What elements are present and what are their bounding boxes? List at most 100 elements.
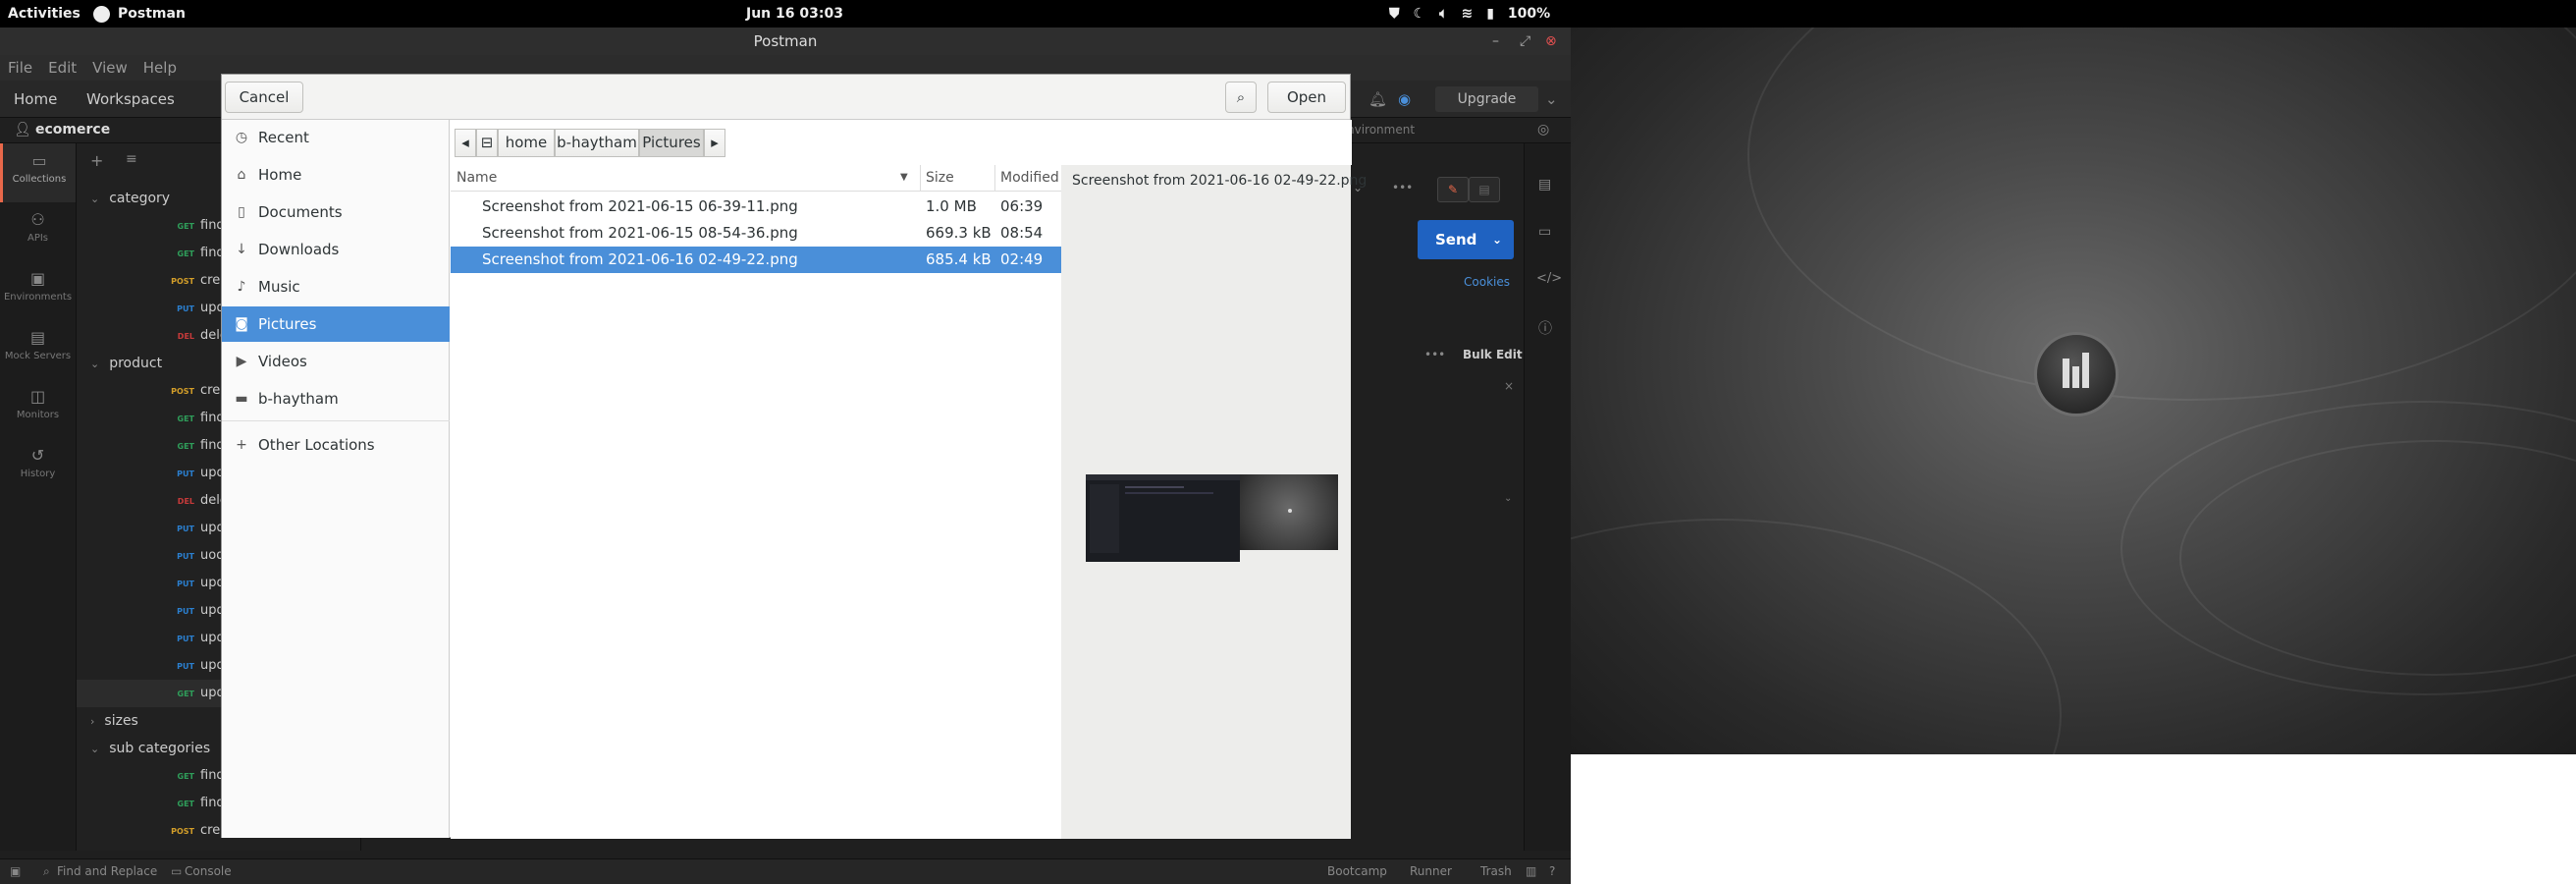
place-other-locations[interactable]: + Other Locations — [222, 427, 450, 463]
filter-icon[interactable]: ≡ — [126, 151, 137, 167]
activities-button[interactable]: Activities — [8, 0, 80, 28]
home-link[interactable]: Home — [14, 81, 57, 118]
menu-view[interactable]: View — [92, 59, 128, 77]
chevron-left-icon: ◂ — [461, 134, 469, 151]
app-menu-label: Postman — [118, 6, 186, 22]
workspaces-dropdown[interactable]: Workspaces — [86, 81, 175, 118]
comment-icon[interactable]: ▭ — [1538, 224, 1551, 240]
rail-collections[interactable]: ▭ Collections — [0, 143, 76, 202]
clock[interactable]: Jun 16 03:03 — [746, 0, 843, 28]
place-recent[interactable]: ◷ Recent — [222, 120, 450, 155]
sidebar-toggle-icon[interactable]: ▣ — [10, 864, 21, 878]
workspace-name[interactable]: ecomerce — [35, 122, 110, 138]
system-tray[interactable]: ⛊ ☾ 🔈︎ ≋ ▮ 100% — [1389, 0, 1550, 28]
method-badge: PUT — [177, 662, 194, 671]
cookies-link[interactable]: Cookies — [1464, 275, 1510, 289]
send-button[interactable]: Send ⌄ — [1418, 220, 1514, 259]
edit-icon[interactable]: ✎ — [1437, 177, 1469, 202]
places-separator — [222, 420, 450, 421]
column-size[interactable]: Size — [926, 170, 954, 186]
expand-icon[interactable]: ⌄ — [1504, 493, 1512, 504]
place-music[interactable]: ♪ Music — [222, 269, 450, 304]
close-row-icon[interactable]: × — [1504, 379, 1514, 393]
rail-environments[interactable]: ▣ Environments — [0, 261, 76, 320]
place-documents[interactable]: ▯ Documents — [222, 194, 450, 230]
docs-icon[interactable]: ▤ — [1469, 177, 1500, 202]
runner-button[interactable]: Runner — [1410, 864, 1452, 878]
avatar[interactable]: ◉ — [1398, 81, 1411, 118]
folder-item[interactable]: ⌄ sub categories — [90, 735, 210, 762]
help-icon[interactable]: ? — [1549, 864, 1555, 878]
file-row[interactable]: Screenshot from 2021-06-15 08-54-36.png 6… — [451, 220, 1061, 247]
place-videos[interactable]: ▶ Videos — [222, 344, 450, 379]
menu-file[interactable]: File — [8, 59, 32, 77]
find-replace-button[interactable]: Find and Replace — [57, 864, 157, 878]
info-icon[interactable]: ⓘ — [1538, 318, 1552, 338]
folder-label: sub categories — [109, 741, 211, 756]
document-icon[interactable]: ▤ — [1538, 177, 1551, 193]
method-badge: GET — [177, 249, 195, 258]
rail-mock-servers[interactable]: ▤ Mock Servers — [0, 320, 76, 379]
environments-icon: ▣ — [29, 269, 46, 288]
file-row[interactable]: Screenshot from 2021-06-15 06-39-11.png 1… — [451, 193, 1061, 220]
wifi-icon: ≋ — [1461, 6, 1474, 22]
more-icon[interactable]: ••• — [1424, 348, 1445, 361]
menu-help[interactable]: Help — [143, 59, 177, 77]
plus-icon[interactable]: + — [90, 151, 103, 170]
status-bar: ▣ ⌕ Find and Replace ▭ Console Bootcamp … — [0, 858, 1571, 884]
place-b-haytham[interactable]: ▬ b-haytham — [222, 381, 450, 416]
place-home[interactable]: ⌂ Home — [222, 157, 450, 193]
upgrade-button[interactable]: Upgrade — [1435, 86, 1538, 112]
method-badge: PUT — [177, 304, 194, 313]
path-b-haytham[interactable]: b-haytham — [555, 129, 639, 157]
trash-button[interactable]: Trash — [1480, 864, 1512, 878]
folder-item[interactable]: ⌄ category — [90, 185, 170, 212]
path-forward-button[interactable]: ▸ — [704, 129, 725, 157]
place-label: Home — [258, 166, 302, 184]
path-root-button[interactable]: ⊟ — [476, 129, 498, 157]
send-label: Send — [1435, 231, 1477, 249]
minimize-icon[interactable]: – — [1492, 28, 1499, 55]
bootcamp-button[interactable]: Bootcamp — [1327, 864, 1387, 878]
place-pictures[interactable]: ◙ Pictures — [222, 306, 450, 342]
rail-monitors[interactable]: ◫ Monitors — [0, 379, 76, 438]
send-dropdown-icon[interactable]: ⌄ — [1492, 220, 1502, 259]
chevron-down-icon[interactable]: ⌄ — [1545, 81, 1558, 118]
column-modified[interactable]: Modified — [1000, 170, 1059, 186]
eye-icon[interactable]: ◎ — [1537, 122, 1549, 138]
folder-item[interactable]: ⌄ product — [90, 350, 162, 377]
cancel-button[interactable]: Cancel — [225, 82, 303, 113]
wallpaper-swirl — [1571, 519, 2062, 754]
code-icon[interactable]: </> — [1536, 271, 1562, 286]
path-pictures[interactable]: Pictures — [639, 129, 704, 157]
request-item[interactable]: GET find — [169, 762, 225, 790]
open-button[interactable]: Open — [1267, 82, 1346, 113]
rail-history[interactable]: ↺ History — [0, 438, 76, 497]
app-menu[interactable]: Postman — [93, 0, 186, 28]
layout-icon[interactable]: ▥ — [1526, 864, 1536, 878]
gnome-top-bar: Activities Postman Jun 16 03:03 ⛊ ☾ 🔈︎ ≋… — [0, 0, 2576, 28]
file-name: Screenshot from 2021-06-15 06-39-11.png — [482, 197, 798, 215]
maximize-icon[interactable]: ⤢ — [1520, 28, 1530, 55]
console-button[interactable]: Console — [185, 864, 232, 878]
environment-selector[interactable]: nvironment — [1347, 123, 1415, 137]
bell-icon[interactable]: 🔔︎ — [1368, 81, 1387, 118]
close-icon[interactable]: ⊗ — [1545, 28, 1557, 55]
place-downloads[interactable]: ↓ Downloads — [222, 232, 450, 267]
rail-apis[interactable]: ⚇ APIs — [0, 202, 76, 261]
folder-item[interactable]: › sizes — [90, 707, 138, 735]
more-icon[interactable]: ••• — [1392, 181, 1413, 194]
menu-edit[interactable]: Edit — [48, 59, 77, 77]
path-home[interactable]: home — [498, 129, 555, 157]
dialog-header: Cancel ⌕ Open — [222, 75, 1350, 120]
battery-percent: 100% — [1507, 6, 1551, 22]
search-button[interactable]: ⌕ — [1225, 82, 1257, 113]
method-badge: PUT — [177, 635, 194, 643]
column-name[interactable]: Name — [456, 170, 497, 186]
place-label: Recent — [258, 129, 309, 146]
file-modified: 06:39 — [1000, 197, 1044, 215]
file-row[interactable]: Screenshot from 2021-06-16 02-49-22.png 6… — [451, 247, 1061, 273]
path-back-button[interactable]: ◂ — [455, 129, 476, 157]
bulk-edit-button[interactable]: Bulk Edit — [1463, 348, 1523, 361]
folder-icon: ▬ — [235, 391, 248, 407]
